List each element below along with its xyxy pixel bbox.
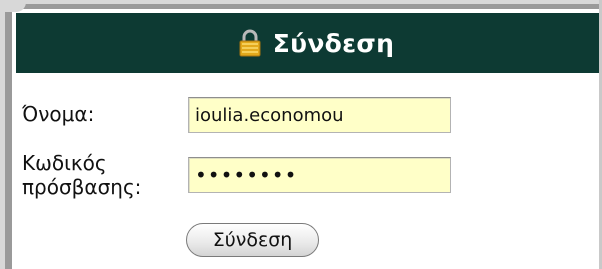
window-frame-left-highlight — [0, 0, 5, 269]
login-title: Σύνδεση — [272, 28, 395, 58]
lock-icon — [237, 28, 263, 58]
username-label: Όνομα: — [22, 102, 95, 126]
window-frame-top-shadow — [0, 4, 602, 9]
login-panel: Σύνδεση Όνομα: Κωδικός πρόσβασης: Σύνδεσ… — [16, 13, 599, 269]
window-corner — [0, 0, 26, 12]
password-input[interactable] — [188, 157, 451, 193]
login-button[interactable]: Σύνδεση — [186, 223, 319, 257]
password-label: Κωδικός πρόσβασης: — [22, 151, 142, 199]
username-input[interactable] — [188, 97, 451, 133]
login-header-content: Σύνδεση — [237, 28, 394, 58]
login-header: Σύνδεση — [16, 13, 599, 73]
